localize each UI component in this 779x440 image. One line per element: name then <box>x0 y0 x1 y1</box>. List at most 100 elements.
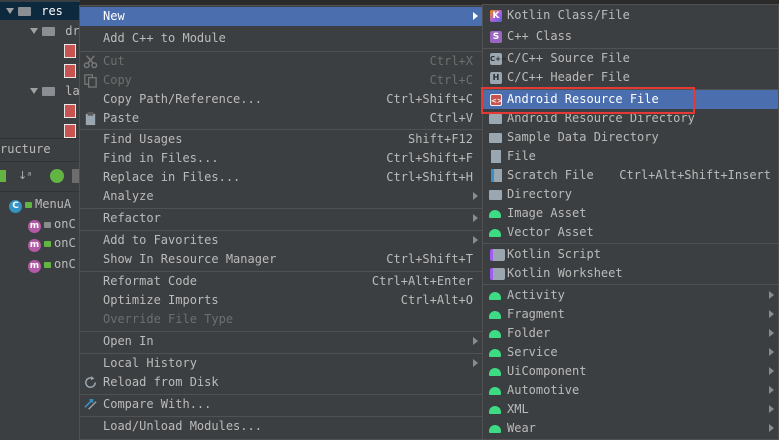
submenu-item-sample-data-directory[interactable]: Sample Data Directory <box>483 128 778 147</box>
submenu-arrow-icon <box>769 348 774 356</box>
submenu-item-fragment[interactable]: Fragment <box>483 305 778 324</box>
tree-row-res[interactable]: res <box>6 2 63 20</box>
menu-item-paste[interactable]: Paste Ctrl+V <box>80 109 482 128</box>
submenu-arrow-icon <box>769 329 774 337</box>
sort-by-type-icon[interactable] <box>0 170 6 182</box>
submenu-item-kotlin-worksheet[interactable]: Kotlin Worksheet <box>483 264 778 283</box>
menu-item-copy[interactable]: Copy Ctrl+C <box>80 71 482 90</box>
menu-item-shortcut: Ctrl+X <box>429 54 473 68</box>
menu-item-local-history[interactable]: Local History <box>80 354 482 373</box>
submenu-item-cpp-header[interactable]: H C/C++ Header File <box>483 68 778 87</box>
submenu-arrow-icon <box>473 359 478 367</box>
submenu-item-label: Kotlin Worksheet <box>507 266 623 280</box>
submenu-item-service[interactable]: Service <box>483 343 778 362</box>
menu-item-add-cpp[interactable]: Add C++ to Module <box>80 29 482 48</box>
submenu-arrow-icon <box>473 214 478 222</box>
menu-item-copy-path[interactable]: Copy Path/Reference... Ctrl+Shift+C <box>80 90 482 109</box>
submenu-item-label: File <box>507 149 536 163</box>
kotlin-icon: K <box>490 10 502 22</box>
menu-item-label: Find in Files... <box>103 151 219 165</box>
scratch-icon <box>491 169 502 182</box>
structure-class-row[interactable]: C MenuA <box>9 195 71 213</box>
menu-item-optimize-imports[interactable]: Optimize Imports Ctrl+Alt+O <box>80 291 482 310</box>
submenu-arrow-icon <box>769 291 774 299</box>
submenu-arrow-icon <box>769 386 774 394</box>
menu-item-reformat-code[interactable]: Reformat Code Ctrl+Alt+Enter <box>80 272 482 291</box>
menu-item-find-in-files[interactable]: Find in Files... Ctrl+Shift+F <box>80 149 482 168</box>
expand-caret-icon[interactable] <box>6 8 14 14</box>
submenu-item-label: Android Resource Directory <box>507 111 695 125</box>
submenu-item-cpp-class[interactable]: S C++ Class <box>483 27 778 46</box>
submenu-item-activity[interactable]: Activity <box>483 286 778 305</box>
menu-item-label: Show In Resource Manager <box>103 252 277 266</box>
submenu-item-kotlin-script[interactable]: Kotlin Script <box>483 245 778 264</box>
menu-item-add-to-favorites[interactable]: Add to Favorites <box>80 231 482 250</box>
menu-item-label: Compare With... <box>103 397 212 411</box>
key-icon <box>44 222 51 228</box>
show-inherited-icon[interactable] <box>50 169 64 183</box>
menu-item-override-file-type[interactable]: Override File Type <box>80 310 482 329</box>
lock-icon <box>25 202 32 208</box>
new-submenu: K Kotlin Class/File S C++ Class C++ C/C+… <box>482 4 779 440</box>
android-icon <box>489 387 501 395</box>
menu-item-analyze[interactable]: Analyze <box>80 187 482 206</box>
menu-item-label: Cut <box>103 54 125 68</box>
copy-icon <box>84 74 97 88</box>
menu-item-shortcut: Ctrl+Shift+C <box>386 92 473 106</box>
submenu-item-automotive[interactable]: Automotive <box>483 381 778 400</box>
submenu-item-xml[interactable]: XML <box>483 400 778 419</box>
submenu-item-folder[interactable]: Folder <box>483 324 778 343</box>
submenu-item-file[interactable]: File <box>483 147 778 166</box>
menu-item-label: Add C++ to Module <box>103 31 226 45</box>
submenu-item-cpp-source[interactable]: C++ C/C++ Source File <box>483 49 778 68</box>
menu-item-find-usages[interactable]: Find Usages Shift+F12 <box>80 130 482 149</box>
submenu-item-directory[interactable]: Directory <box>483 185 778 204</box>
xml-file-icon <box>64 104 76 118</box>
menu-item-open-in[interactable]: Open In <box>80 332 482 351</box>
menu-item-shortcut: Ctrl+Shift+H <box>386 170 473 184</box>
submenu-arrow-icon <box>473 236 478 244</box>
structure-method-label: onC <box>54 257 76 271</box>
submenu-item-scratch-file[interactable]: Scratch File Ctrl+Alt+Shift+Insert <box>483 166 778 185</box>
menu-item-label: Add to Favorites <box>103 233 219 247</box>
class-icon: C <box>9 200 22 213</box>
android-icon <box>489 368 501 376</box>
android-icon <box>489 292 501 300</box>
tree-row-layout[interactable]: la <box>30 82 80 100</box>
structure-method-row[interactable]: m onC <box>28 234 76 252</box>
menu-item-show-in-resource-manager[interactable]: Show In Resource Manager Ctrl+Shift+T <box>80 250 482 269</box>
submenu-item-label: Kotlin Script <box>507 247 601 261</box>
menu-item-reload-from-disk[interactable]: Reload from Disk <box>80 373 482 392</box>
submenu-item-label: Wear <box>507 421 536 435</box>
submenu-item-uicomponent[interactable]: UiComponent <box>483 362 778 381</box>
submenu-item-label: Activity <box>507 288 565 302</box>
folder-icon <box>489 133 502 143</box>
clipboard-icon <box>85 111 96 126</box>
submenu-item-android-resource-directory[interactable]: Android Resource Directory <box>483 109 778 128</box>
menu-item-new[interactable]: New <box>80 7 482 26</box>
xml-file-icon <box>64 124 76 138</box>
menu-separator <box>483 243 778 244</box>
submenu-item-shortcut: Ctrl+Alt+Shift+Insert <box>619 168 771 182</box>
submenu-item-vector-asset[interactable]: Vector Asset <box>483 223 778 242</box>
submenu-item-android-resource-file[interactable]: <> Android Resource File <box>483 90 778 109</box>
structure-method-row[interactable]: m onC <box>28 215 76 233</box>
sort-alpha-icon[interactable]: ↓ᵃ <box>18 169 32 182</box>
submenu-item-image-asset[interactable]: Image Asset <box>483 204 778 223</box>
method-icon: m <box>28 220 41 233</box>
menu-item-cut[interactable]: Cut Ctrl+X <box>80 52 482 71</box>
structure-method-row[interactable]: m onC <box>28 255 76 273</box>
expand-caret-icon[interactable] <box>30 28 38 34</box>
tree-row-drawable[interactable]: dr <box>30 22 80 40</box>
lock-icon <box>44 241 51 247</box>
menu-item-load-unload-modules[interactable]: Load/Unload Modules... <box>80 417 482 436</box>
menu-item-label: Local History <box>103 356 197 370</box>
expand-caret-icon[interactable] <box>30 88 38 94</box>
submenu-item-kotlin-class[interactable]: K Kotlin Class/File <box>483 6 778 25</box>
submenu-item-wear[interactable]: Wear <box>483 419 778 438</box>
menu-item-replace-in-files[interactable]: Replace in Files... Ctrl+Shift+H <box>80 168 482 187</box>
menu-item-refactor[interactable]: Refactor <box>80 209 482 228</box>
menu-item-shortcut: Ctrl+Alt+Enter <box>371 274 473 288</box>
menu-item-compare-with[interactable]: Compare With... <box>80 395 482 414</box>
submenu-item-label: UiComponent <box>507 364 587 378</box>
